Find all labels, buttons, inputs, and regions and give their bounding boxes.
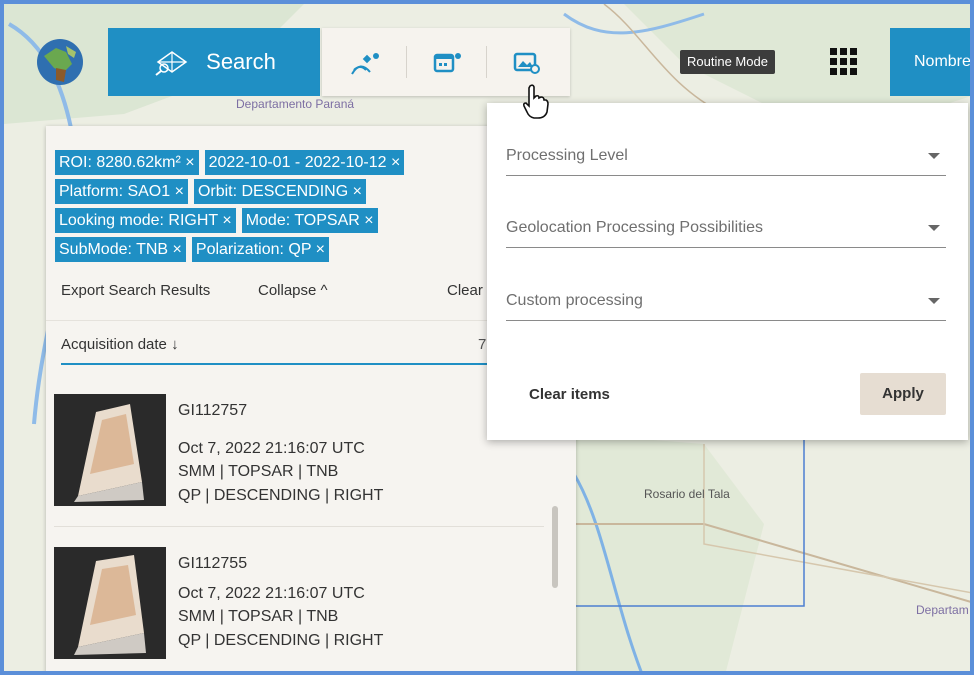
calendar-icon[interactable] bbox=[432, 48, 462, 78]
search-button[interactable]: Search bbox=[108, 28, 320, 96]
filter-tag-looking-mode[interactable]: Looking mode: RIGHT × bbox=[55, 208, 236, 233]
result-mode: SMM | TOPSAR | TNB bbox=[178, 608, 339, 625]
result-item[interactable]: GI112755 Oct 7, 2022 21:16:07 UTC SMM | … bbox=[54, 547, 534, 667]
processing-options-dropdown: Processing Level Geolocation Processing … bbox=[487, 103, 968, 440]
apps-grid-icon[interactable] bbox=[828, 46, 860, 78]
result-id: GI112757 bbox=[178, 402, 248, 419]
hand-cursor-icon bbox=[522, 84, 549, 119]
custom-processing-label: Custom processing bbox=[506, 292, 643, 309]
user-menu-button[interactable]: Nombre bbox=[890, 28, 970, 96]
sort-bar: Acquisition date ↓ 7 bbox=[46, 320, 494, 365]
result-polarization: QP | DESCENDING | RIGHT bbox=[178, 632, 384, 649]
clear-link[interactable]: Clear bbox=[447, 282, 483, 299]
map-label: Rosario del Tala bbox=[644, 487, 730, 501]
filter-tag-platform[interactable]: Platform: SAO1 × bbox=[55, 179, 188, 204]
result-divider bbox=[54, 526, 544, 527]
export-results-link[interactable]: Export Search Results bbox=[61, 282, 210, 299]
result-mode: SMM | TOPSAR | TNB bbox=[178, 463, 339, 480]
results-scrollbar[interactable] bbox=[552, 506, 558, 588]
geolocation-processing-label: Geolocation Processing Possibilities bbox=[506, 219, 764, 236]
filter-tag-submode[interactable]: SubMode: TNB × bbox=[55, 237, 186, 262]
filter-tag-date[interactable]: 2022-10-01 - 2022-10-12 × bbox=[204, 150, 405, 175]
filter-tag-mode[interactable]: Mode: TOPSAR × bbox=[241, 208, 378, 233]
result-datetime: Oct 7, 2022 21:16:07 UTC bbox=[178, 585, 365, 602]
toolbar-divider bbox=[406, 46, 407, 78]
result-thumbnail bbox=[54, 394, 166, 506]
satellite-icon[interactable] bbox=[350, 48, 380, 78]
globe-logo-icon[interactable] bbox=[36, 38, 84, 86]
processing-level-select[interactable]: Processing Level bbox=[506, 139, 946, 176]
routine-mode-badge[interactable]: Routine Mode bbox=[680, 50, 775, 74]
filter-tags: ROI: 8280.62km² × 2022-10-01 - 2022-10-1… bbox=[55, 150, 495, 266]
map-label: Departam Urugua bbox=[916, 603, 974, 617]
search-constellation-icon bbox=[155, 51, 188, 76]
search-label: Search bbox=[206, 49, 276, 74]
clear-items-button[interactable]: Clear items bbox=[529, 386, 610, 403]
sort-acquisition-date[interactable]: Acquisition date ↓ bbox=[61, 336, 179, 353]
result-id: GI112755 bbox=[178, 555, 248, 572]
collapse-link[interactable]: Collapse ^ bbox=[258, 282, 328, 299]
result-datetime: Oct 7, 2022 21:16:07 UTC bbox=[178, 440, 365, 457]
chevron-down-icon bbox=[928, 153, 940, 159]
toolbar-divider bbox=[486, 46, 487, 78]
chevron-down-icon bbox=[928, 225, 940, 231]
filter-tag-polarization[interactable]: Polarization: QP × bbox=[191, 237, 329, 262]
result-item[interactable]: GI112757 Oct 7, 2022 21:16:07 UTC SMM | … bbox=[54, 394, 534, 514]
processing-level-label: Processing Level bbox=[506, 147, 628, 164]
sort-underline bbox=[61, 363, 494, 365]
apply-button[interactable]: Apply bbox=[860, 373, 946, 415]
filter-tag-roi[interactable]: ROI: 8280.62km² × bbox=[55, 150, 199, 175]
filter-tag-orbit[interactable]: Orbit: DESCENDING × bbox=[193, 179, 366, 204]
result-polarization: QP | DESCENDING | RIGHT bbox=[178, 487, 384, 504]
geolocation-processing-select[interactable]: Geolocation Processing Possibilities bbox=[506, 211, 946, 248]
custom-processing-select[interactable]: Custom processing bbox=[506, 284, 946, 321]
result-thumbnail bbox=[54, 547, 166, 659]
image-settings-icon[interactable] bbox=[512, 48, 542, 78]
app-frame: Departamento Paraná Rosario del Tala Dep… bbox=[0, 0, 974, 675]
chevron-down-icon bbox=[928, 298, 940, 304]
map-label: Departamento Paraná bbox=[236, 97, 354, 111]
result-count: 7 bbox=[478, 336, 487, 353]
